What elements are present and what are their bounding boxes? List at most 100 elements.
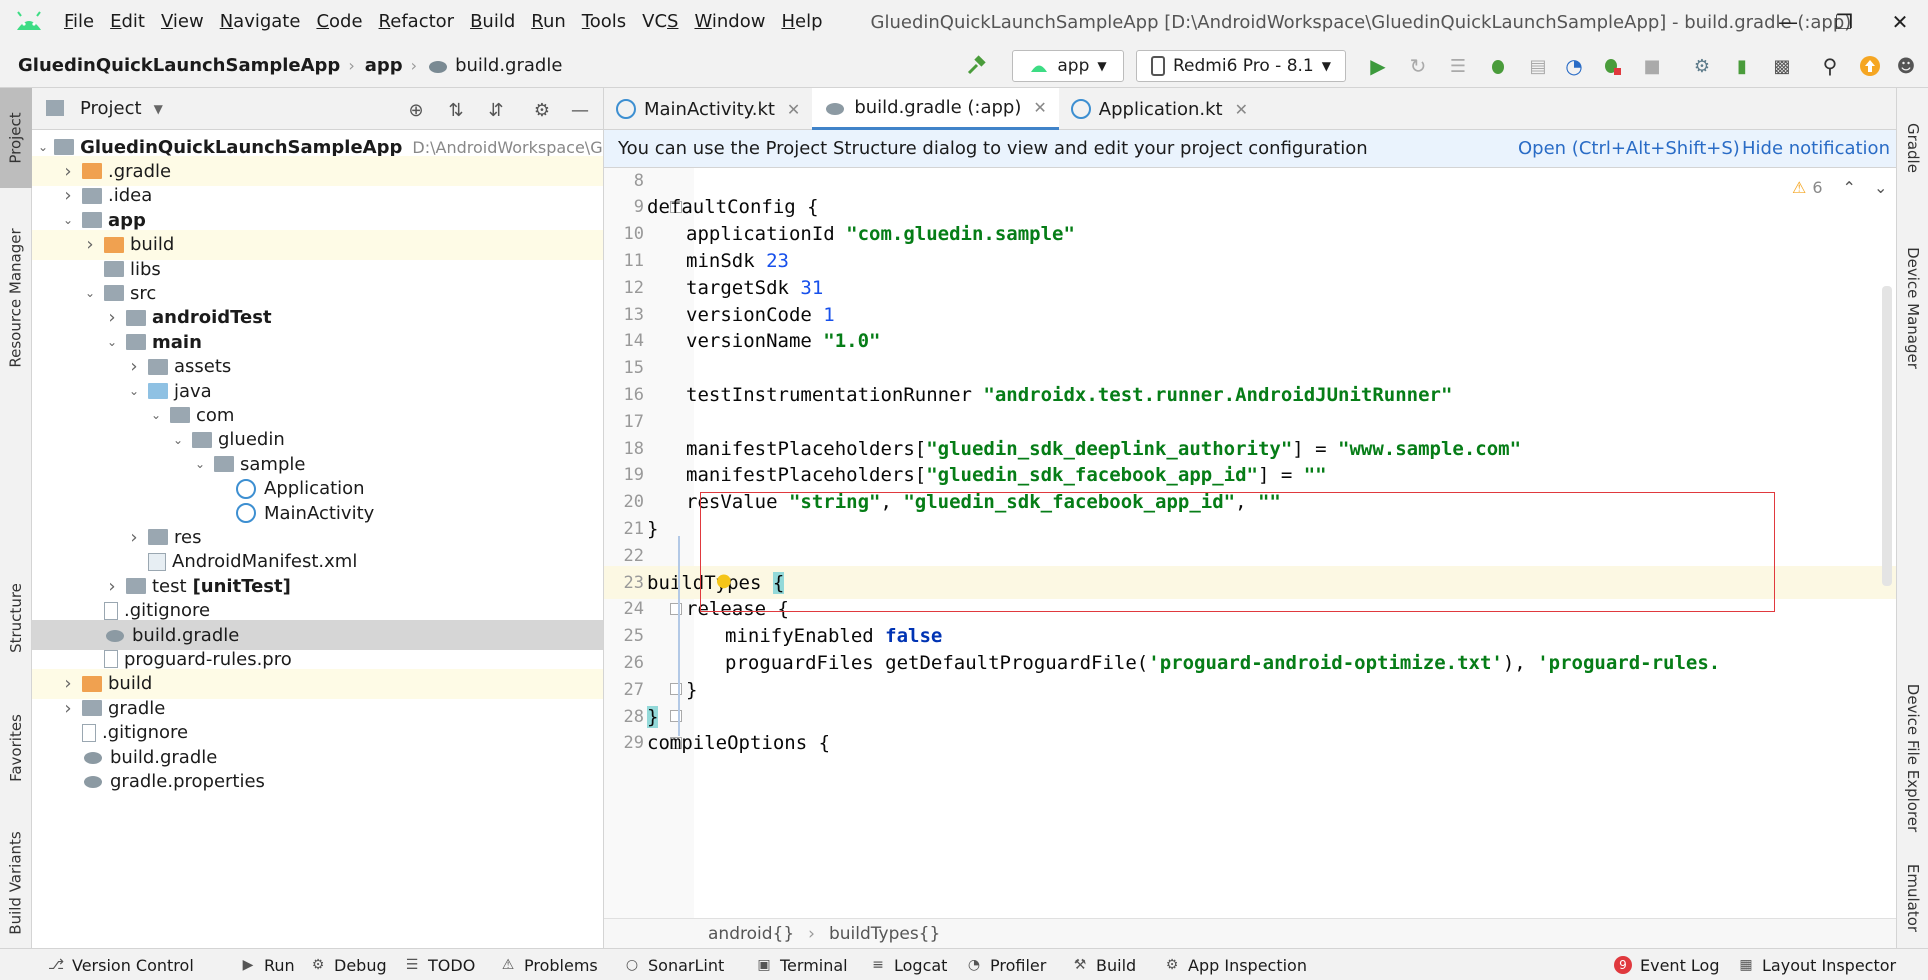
menu-navigate[interactable]: Navigate [212,0,309,44]
menu-edit[interactable]: Edit [102,0,153,44]
debug-icon[interactable] [1482,50,1514,82]
code-editor[interactable]: 8 9 defaultConfig {10 applicationId "com.gl… [604,168,1896,918]
lightbulb-icon[interactable]: ● [716,570,732,591]
chevron-down-icon[interactable]: ⌄ [60,213,76,227]
gear-icon[interactable]: ⚙ [530,98,554,122]
menu-refactor[interactable]: Refactor [371,0,463,44]
hide-notification-link[interactable]: Hide notification [1742,138,1890,159]
close-tab-icon[interactable]: ✕ [787,100,800,119]
locate-icon[interactable]: ⊕ [404,98,428,122]
breadcrumb-file[interactable]: build.gradle [455,55,562,76]
structure-tool-tab[interactable]: Structure [0,558,32,678]
open-project-structure-link[interactable]: Open (Ctrl+Alt+Shift+S) [1518,138,1740,159]
apply-changes-icon[interactable]: ☰ [1442,50,1474,82]
expand-all-icon[interactable]: ⇅ [444,98,468,122]
device-manager-tool-tab[interactable]: Device Manager [1897,218,1928,398]
update-icon[interactable] [1854,50,1886,82]
chevron-right-icon[interactable]: › [126,356,142,377]
project-view-select[interactable]: Project [80,98,142,119]
chevron-right-icon[interactable]: › [60,673,76,694]
device-file-explorer-tool-tab[interactable]: Device File Explorer [1897,638,1928,878]
menu-help[interactable]: Help [773,0,830,44]
editor-tab[interactable]: MainActivity.kt ✕ [604,88,812,130]
menu-window[interactable]: Window [686,0,773,44]
status-debug[interactable]: ⚙ Debug [310,949,387,980]
gradle-tool-tab[interactable]: Gradle [1897,98,1928,198]
favorites-tool-tab[interactable]: Favorites [0,688,32,808]
chevron-down-icon[interactable]: ⌄ [82,286,98,300]
stop-icon[interactable]: ■ [1636,50,1668,82]
next-highlight-icon[interactable]: ⌄ [1874,178,1887,197]
project-tool-tab[interactable]: Project [0,88,32,188]
status-event-log[interactable]: 9 Event Log [1614,949,1720,980]
build-variants-tool-tab[interactable]: Build Variants [0,818,32,948]
status-version-control[interactable]: ⎇ Version Control [48,949,194,980]
status-profiler[interactable]: ◔ Profiler [966,949,1046,980]
menu-view[interactable]: View [153,0,212,44]
breadcrumb-module[interactable]: app [365,55,403,76]
menu-build[interactable]: Build [462,0,523,44]
chevron-down-icon[interactable]: ⌄ [170,433,186,447]
emulator-tool-tab[interactable]: Emulator [1897,848,1928,948]
minimize-icon[interactable]: — [1760,0,1816,44]
hide-panel-icon[interactable]: — [568,98,592,122]
status-sonarlint[interactable]: ○ SonarLint [624,949,724,980]
editor-scrollbar[interactable] [1882,286,1892,586]
chevron-down-icon[interactable]: ⌄ [38,140,48,154]
chevron-down-icon[interactable]: ⌄ [126,384,142,398]
menu-code[interactable]: Code [308,0,370,44]
close-tab-icon[interactable]: ✕ [1033,98,1046,117]
status-run[interactable]: ▶ Run [240,949,295,980]
status-build[interactable]: ⚒ Build [1072,949,1136,980]
status-todo[interactable]: ☰ TODO [404,949,476,980]
chevron-right-icon[interactable]: › [60,185,76,206]
run-configuration-select[interactable]: app ▼ [1012,50,1124,82]
gradle-sync-icon[interactable]: ⚙ [1686,50,1718,82]
chevron-down-icon[interactable]: ▼ [154,102,163,116]
attach-debugger-icon[interactable]: ▤ [1522,50,1554,82]
chevron-down-icon[interactable]: ⌄ [192,457,208,471]
menu-vcs[interactable]: VCS [634,0,686,44]
chevron-right-icon[interactable]: › [126,527,142,548]
menu-run[interactable]: Run [523,0,574,44]
chevron-right-icon[interactable]: › [60,161,76,182]
sdk-manager-icon[interactable]: ▩ [1766,50,1798,82]
profiler-icon[interactable]: ◔ [1558,50,1590,82]
status-layout-inspector[interactable]: ▦ Layout Inspector [1738,949,1896,980]
collapse-all-icon[interactable]: ⇵ [484,98,508,122]
breadcrumb-buildtypes-block[interactable]: buildTypes{} [829,924,940,944]
breadcrumb-android-block[interactable]: android{} [708,924,794,944]
status-app-inspection[interactable]: ⚙ App Inspection [1164,949,1307,980]
chevron-right-icon[interactable]: › [104,576,120,597]
chevron-down-icon[interactable]: ⌄ [104,335,120,349]
tree-item[interactable]: gradle.properties [32,766,603,796]
line-number: 27 [623,679,644,700]
chevron-down-icon[interactable]: ⌄ [148,408,164,422]
search-icon[interactable]: ⚲ [1814,50,1846,82]
status-logcat[interactable]: ≡ Logcat [870,949,947,980]
chevron-right-icon[interactable]: › [82,234,98,255]
hammer-build-icon[interactable] [960,50,992,82]
menu-file[interactable]: File [56,0,102,44]
chevron-right-icon[interactable]: › [60,698,76,719]
breadcrumb-project[interactable]: GluedinQuickLaunchSampleApp [18,55,340,76]
device-select[interactable]: Redmi6 Pro - 8.1 ▼ [1136,50,1346,82]
device-manager-icon[interactable]: ▮ [1726,50,1758,82]
editor-tab[interactable]: Application.kt ✕ [1059,88,1260,130]
user-icon[interactable]: ☻ [1890,50,1922,82]
menu-tools[interactable]: Tools [574,0,634,44]
rerun-icon[interactable]: ↻ [1402,50,1434,82]
close-window-icon[interactable]: ✕ [1872,0,1928,44]
tree-item-label: .idea [108,185,153,207]
chevron-right-icon[interactable]: › [104,307,120,328]
status-problems[interactable]: ⚠ Problems [500,949,598,980]
run-icon[interactable]: ▶ [1362,50,1394,82]
resource-manager-tool-tab[interactable]: Resource Manager [0,198,32,398]
inspection-widget[interactable]: ⚠ 6 ⌃ ⌄ [1792,178,1887,197]
debug-attach-icon[interactable] [1596,50,1628,82]
close-tab-icon[interactable]: ✕ [1235,100,1248,119]
previous-highlight-icon[interactable]: ⌃ [1843,178,1856,197]
editor-tab[interactable]: build.gradle (:app) ✕ [812,88,1059,130]
status-terminal[interactable]: ▣ Terminal [756,949,847,980]
restore-icon[interactable]: ❐ [1816,0,1872,44]
